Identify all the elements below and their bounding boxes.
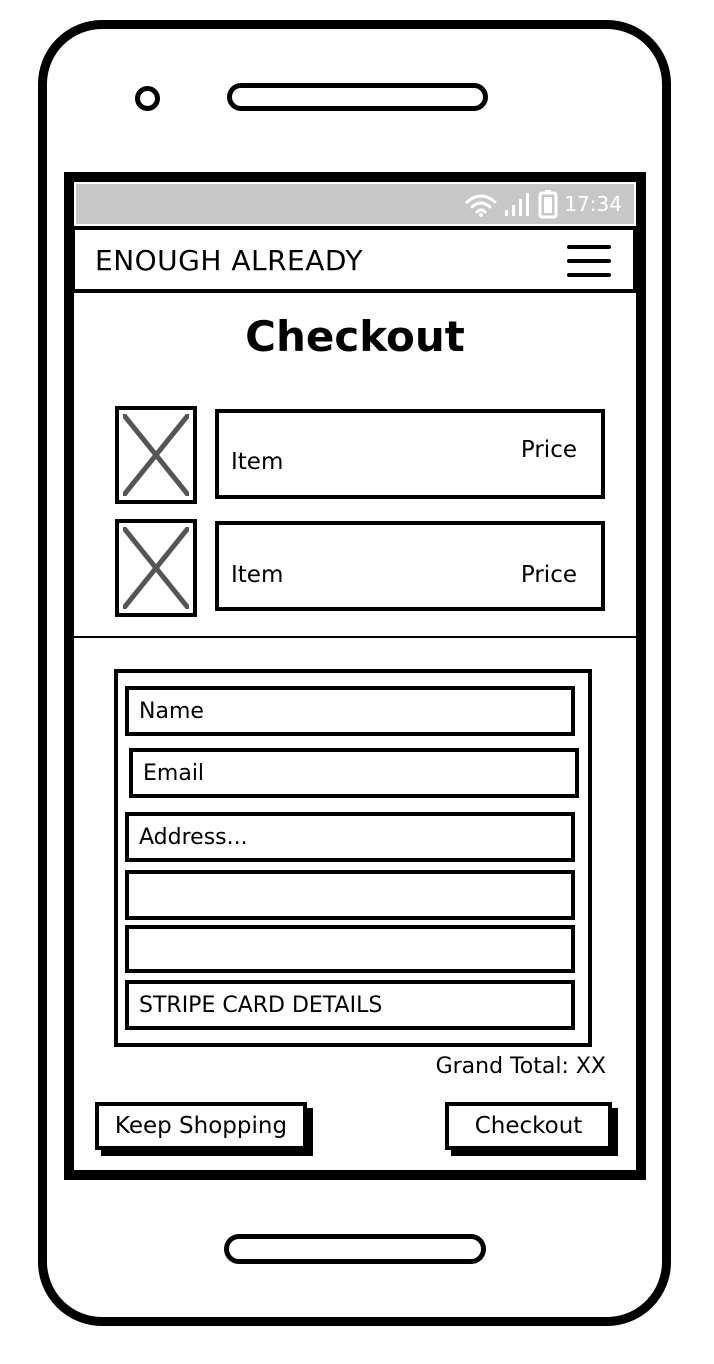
- address-field[interactable]: Address...: [125, 812, 575, 862]
- status-time: 17:34: [564, 192, 622, 216]
- section-divider: [64, 636, 636, 638]
- email-field-placeholder: Email: [143, 760, 205, 786]
- wifi-icon: [465, 194, 497, 217]
- name-field[interactable]: Name: [125, 686, 575, 736]
- card-details-placeholder: STRIPE CARD DETAILS: [139, 992, 383, 1018]
- battery-icon: [538, 190, 558, 219]
- speaker-grille: [227, 83, 488, 111]
- cart-item-row[interactable]: Item Price: [215, 409, 605, 499]
- name-field-placeholder: Name: [139, 698, 204, 724]
- status-bar: 17:34: [76, 184, 634, 224]
- item-price: Price: [520, 562, 577, 588]
- home-button[interactable]: [224, 1234, 486, 1264]
- item-name: Item: [231, 449, 284, 475]
- card-details-field[interactable]: STRIPE CARD DETAILS: [125, 980, 575, 1030]
- camera-icon: [135, 86, 160, 111]
- navbar: ENOUGH ALREADY: [71, 226, 637, 293]
- address-line-3-field[interactable]: [125, 925, 575, 973]
- image-placeholder-icon: [123, 527, 189, 609]
- grand-total: Grand Total: XX: [435, 1054, 606, 1079]
- address-field-placeholder: Address...: [139, 824, 248, 850]
- status-icons: 17:34: [464, 188, 622, 220]
- keep-shopping-button[interactable]: Keep Shopping: [95, 1102, 307, 1150]
- page-title: Checkout: [245, 312, 465, 361]
- product-image-placeholder: [115, 406, 197, 504]
- image-placeholder-icon: [123, 414, 189, 496]
- keep-shopping-label: Keep Shopping: [114, 1113, 288, 1139]
- hamburger-menu-icon[interactable]: [567, 243, 611, 279]
- signal-icon: [505, 193, 530, 216]
- checkout-button[interactable]: Checkout: [445, 1102, 612, 1150]
- email-field[interactable]: Email: [129, 748, 579, 798]
- cart-item-row[interactable]: Item Price: [215, 521, 605, 611]
- item-price: Price: [520, 437, 577, 463]
- address-line-2-field[interactable]: [125, 870, 575, 920]
- item-name: Item: [231, 562, 284, 588]
- checkout-label: Checkout: [474, 1113, 583, 1139]
- brand-logo-text[interactable]: ENOUGH ALREADY: [95, 244, 363, 277]
- product-image-placeholder: [115, 519, 197, 617]
